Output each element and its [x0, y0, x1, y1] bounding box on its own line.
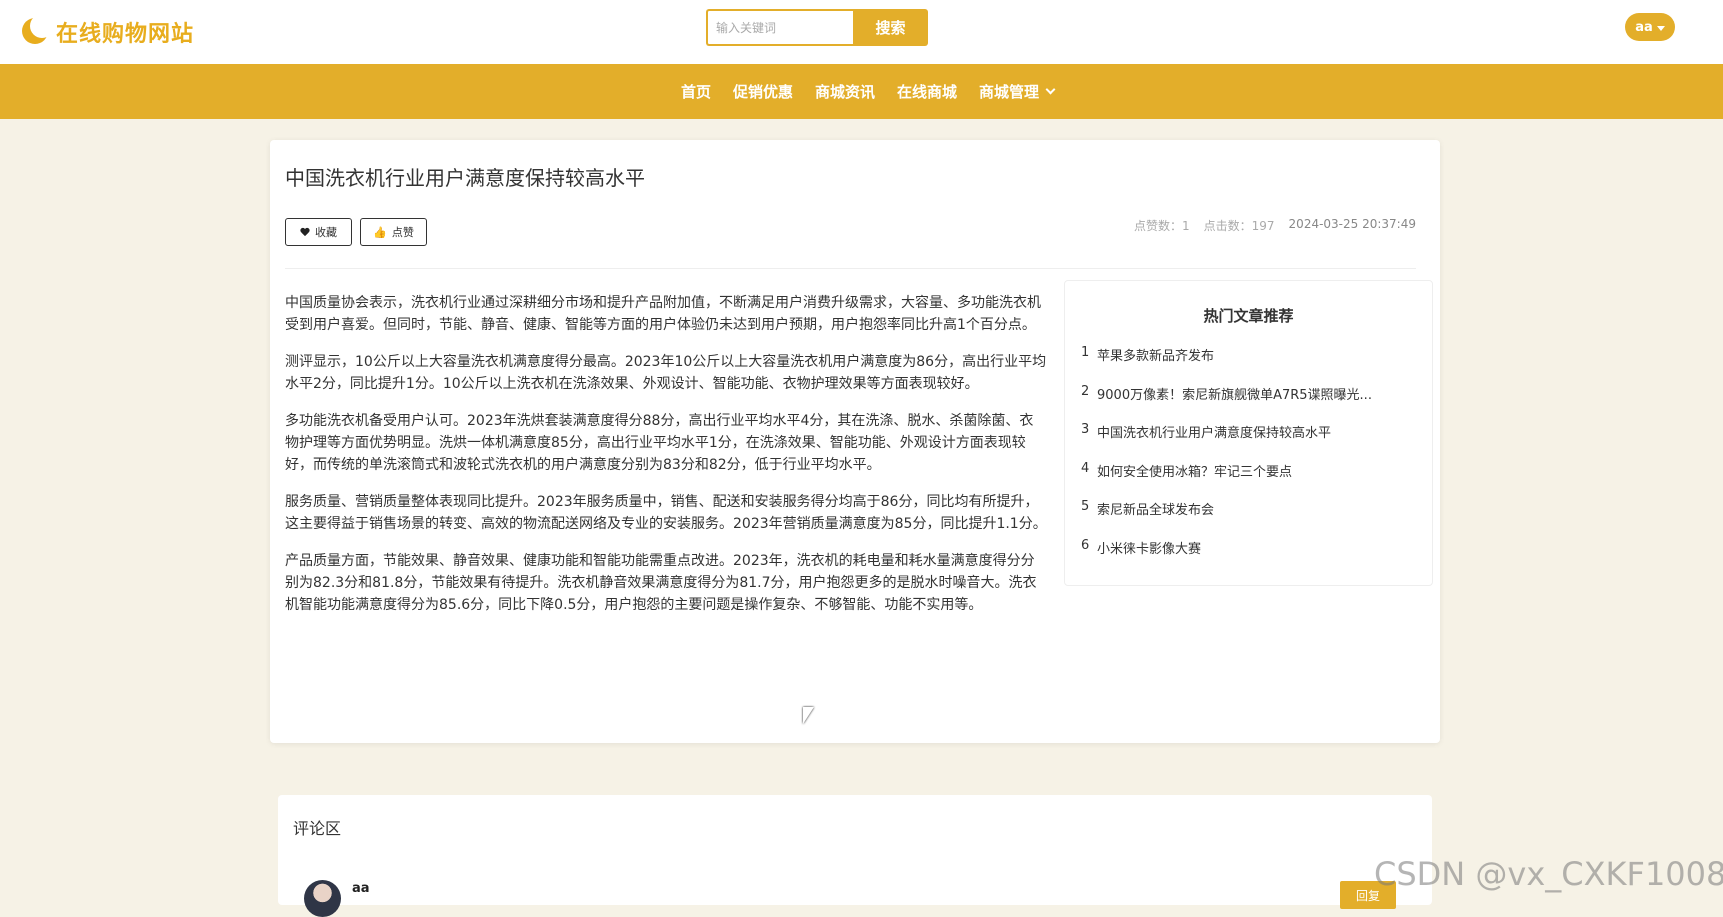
publish-date: 2024-03-25 20:37:49 — [1288, 217, 1416, 231]
search-bar: 搜索 — [706, 9, 928, 46]
site-name: 在线购物网站 — [56, 22, 195, 47]
divider — [285, 268, 1416, 269]
moon-icon — [22, 14, 54, 47]
hot-article-item[interactable]: 4 如何安全使用冰箱？牢记三个要点 — [1081, 461, 1421, 500]
article-paragraph: 产品质量方面，节能效果、静音效果、健康功能和智能功能需重点改进。2023年，洗衣… — [285, 553, 1037, 613]
article-body: 中国质量协会表示，洗衣机行业通过深耕细分市场和提升产品附加值，不断满足用户消费升… — [285, 292, 1047, 631]
hot-article-item[interactable]: 1 苹果多款新品齐发布 — [1081, 345, 1421, 384]
thumbs-up-icon: 👍 — [373, 225, 387, 239]
chevron-down-icon — [1045, 84, 1056, 95]
search-input[interactable] — [706, 9, 853, 46]
hot-articles-list: 1 苹果多款新品齐发布 2 9000万像素！索尼新旗舰微单A7R5谍照曝光... 3… — [1081, 345, 1421, 576]
article-paragraph: 多功能洗衣机备受用户认可。2023年洗烘套装满意度得分88分，高出行业平均水平4… — [285, 413, 1034, 473]
hot-articles-panel: 热门文章推荐 1 苹果多款新品齐发布 2 9000万像素！索尼新旗舰微单A7R5谍照… — [1064, 280, 1433, 586]
main-nav: 首页 促销优惠 商城资讯 在线商城 商城管理 — [0, 64, 1723, 119]
article-title: 中国洗衣机行业用户满意度保持较高水平 — [285, 166, 645, 190]
comment-username: aa — [352, 881, 370, 896]
article-paragraph: 中国质量协会表示，洗衣机行业通过深耕细分市场和提升产品附加值，不断满足用户消费升… — [285, 295, 1041, 333]
article-meta: 点赞数：1 点击数：197 2024-03-25 20:37:49 — [1134, 217, 1416, 234]
article-paragraph: 服务质量、营销质量整体表现同比提升。2023年服务质量中，销售、配送和安装服务得… — [285, 494, 1047, 532]
avatar — [304, 880, 341, 917]
nav-item-shop[interactable]: 在线商城 — [897, 81, 957, 102]
search-button[interactable]: 搜索 — [853, 9, 928, 46]
hot-article-item[interactable]: 2 9000万像素！索尼新旗舰微单A7R5谍照曝光... — [1081, 384, 1421, 423]
like-count: 点赞数：1 — [1134, 219, 1190, 233]
mouse-cursor-icon — [803, 707, 814, 724]
user-name: aa — [1635, 19, 1653, 35]
hot-article-item[interactable]: 3 中国洗衣机行业用户满意度保持较高水平 — [1081, 422, 1421, 461]
hot-articles-title: 热门文章推荐 — [1203, 307, 1294, 325]
nav-item-management[interactable]: 商城管理 — [979, 81, 1056, 102]
comment-section-title: 评论区 — [293, 819, 342, 838]
nav-item-home[interactable]: 首页 — [681, 81, 711, 102]
caret-down-icon — [1656, 25, 1665, 31]
like-button[interactable]: 👍 点赞 — [360, 218, 427, 246]
nav-item-promotions[interactable]: 促销优惠 — [733, 81, 793, 102]
nav-item-news[interactable]: 商城资讯 — [815, 81, 875, 102]
heart-icon — [300, 228, 310, 237]
hot-article-item[interactable]: 6 小米徕卡影像大赛 — [1081, 538, 1421, 577]
site-logo[interactable]: 在线购物网站 — [22, 12, 194, 52]
favorite-button[interactable]: 收藏 — [285, 218, 352, 246]
click-count: 点击数：197 — [1203, 219, 1275, 233]
article-paragraph: 测评显示，10公斤以上大容量洗衣机满意度得分最高。2023年10公斤以上大容量洗… — [285, 354, 1047, 392]
hot-article-item[interactable]: 5 索尼新品全球发布会 — [1081, 499, 1421, 538]
user-menu-button[interactable]: aa — [1625, 13, 1675, 41]
comment-section: 评论区 aa 回复 — [278, 795, 1432, 917]
article-card: 中国洗衣机行业用户满意度保持较高水平 收藏 👍 点赞 点赞数：1 点击数：197… — [270, 140, 1440, 743]
top-header: 在线购物网站 搜索 aa — [0, 0, 1723, 64]
watermark: CSDN @vx_CXKF10088 — [1374, 855, 1723, 893]
